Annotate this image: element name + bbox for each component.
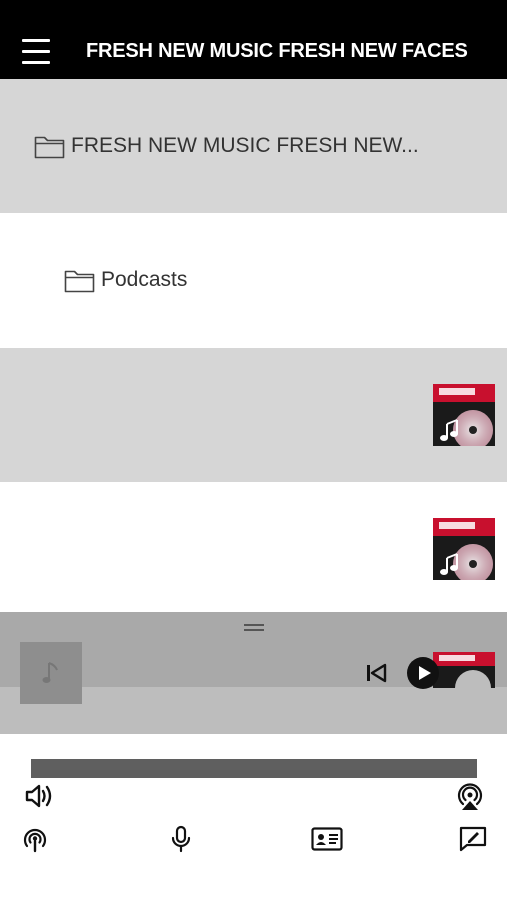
progress-bar[interactable] [31,759,477,778]
contact-card-icon[interactable] [311,827,343,851]
now-playing-artwork [20,642,82,704]
album-art-thumbnail [433,652,495,688]
list-item-folder-fresh-new-music[interactable]: FRESH NEW MUSIC FRESH NEW... [0,79,507,213]
list-item-track[interactable] [0,348,507,482]
album-art-thumbnail [433,518,495,580]
mini-player[interactable] [0,612,507,751]
previous-track-icon[interactable] [364,662,388,684]
podcast-icon[interactable] [21,825,49,853]
music-note-icon [42,662,58,683]
menu-icon[interactable] [22,37,52,65]
volume-icon[interactable] [24,782,54,810]
list-item-folder-podcasts[interactable]: Podcasts [0,213,507,347]
microphone-icon[interactable] [171,825,191,853]
folder-icon [64,270,95,292]
list-item-label: Podcasts [101,268,188,291]
list-item-track[interactable] [0,482,507,616]
page-title: FRESH NEW MUSIC FRESH NEW FACES [86,40,468,62]
play-icon[interactable] [406,656,440,690]
list-item-label: FRESH NEW MUSIC FRESH NEW... [71,134,419,157]
app-header: FRESH NEW MUSIC FRESH NEW FACES [0,0,507,79]
compose-icon[interactable] [458,825,488,853]
bottom-toolbar [0,734,507,900]
folder-icon [34,136,65,158]
album-art-thumbnail [433,384,495,446]
drag-handle-icon[interactable] [244,624,264,632]
airplay-icon[interactable] [454,780,486,812]
